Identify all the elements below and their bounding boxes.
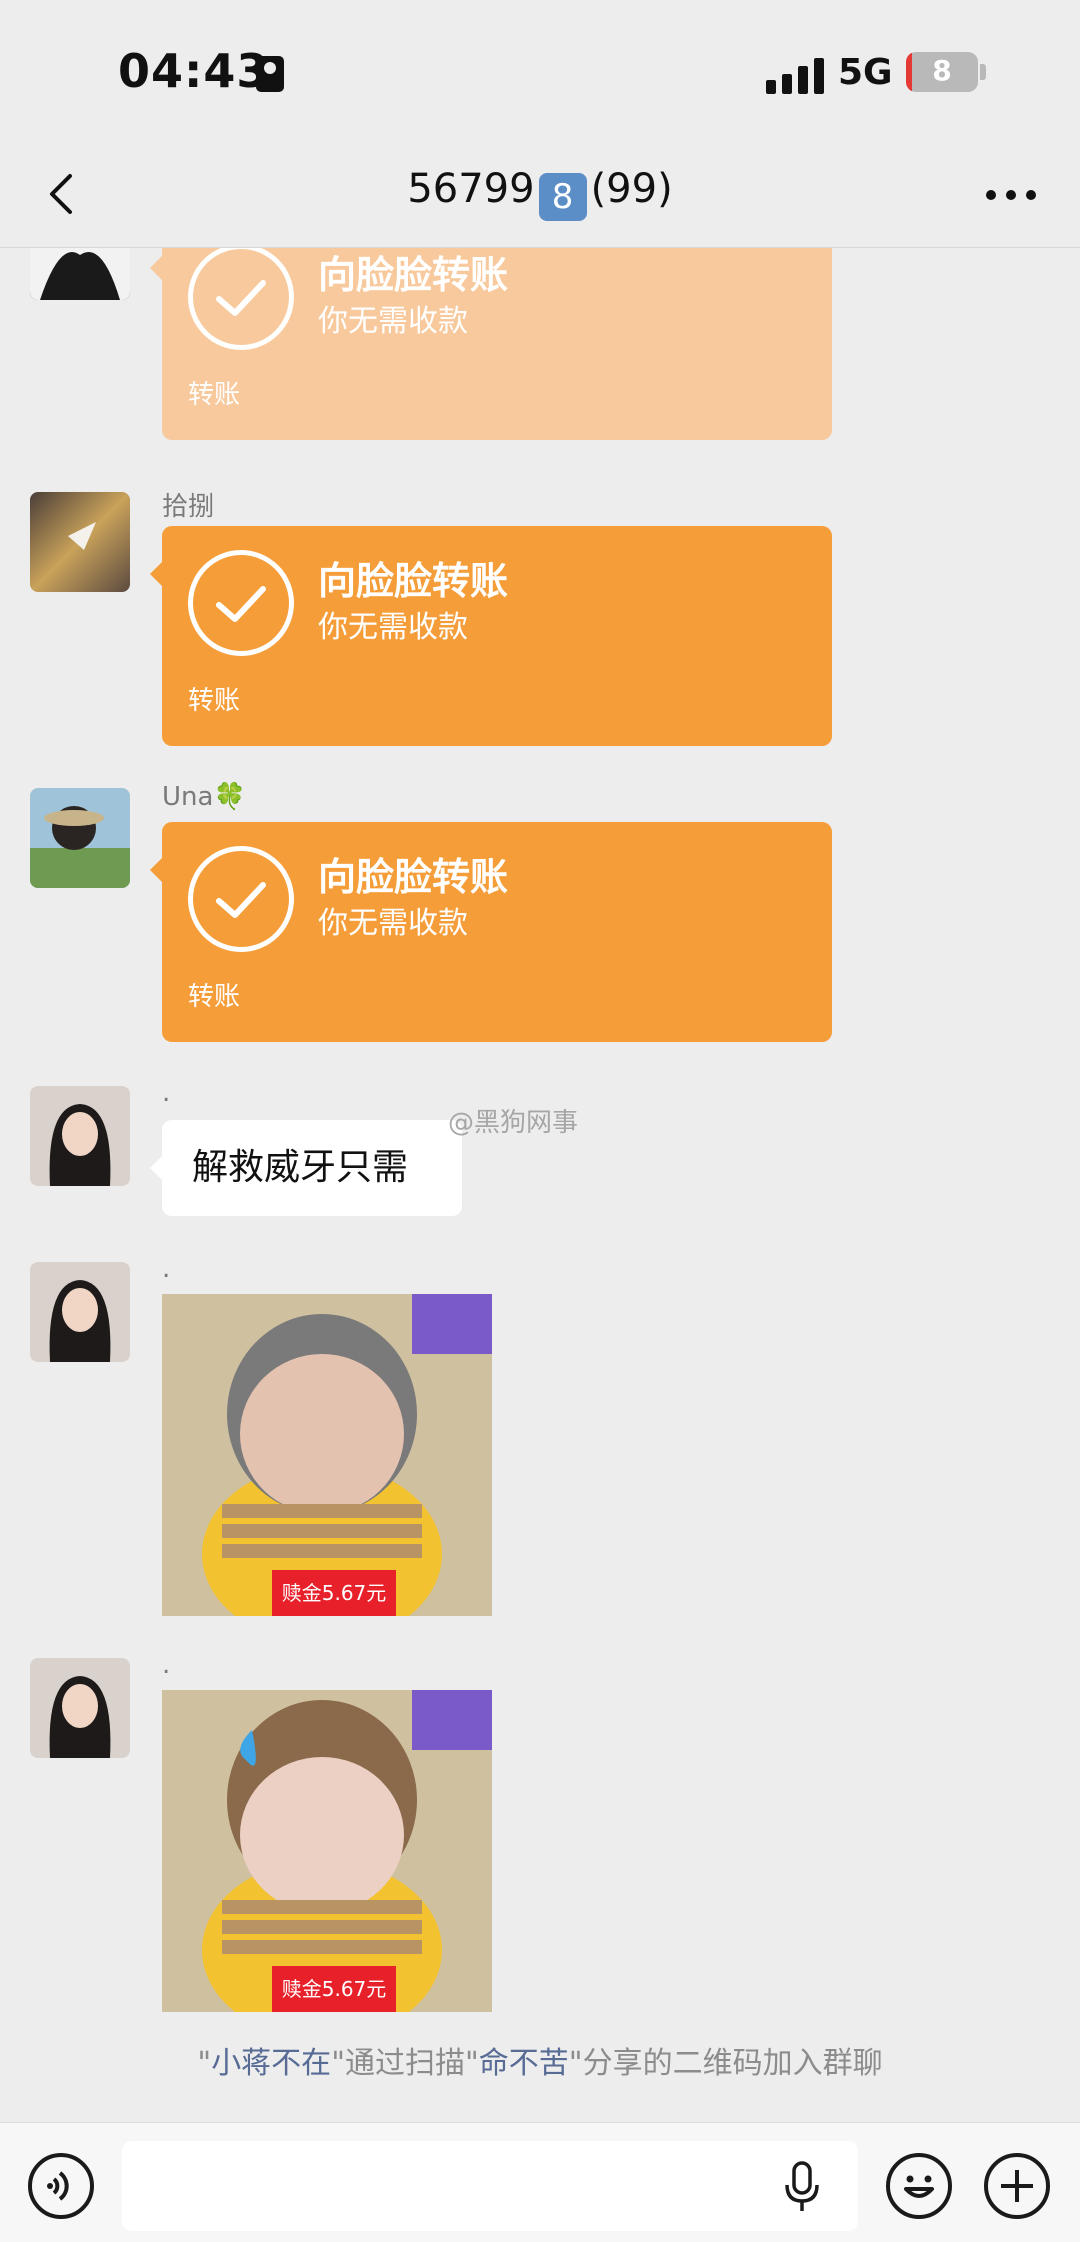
chat-area[interactable]: 向脸脸转账 你无需收款 转账 拾捌 向脸脸转账 你无需收款 转账 Una🍀 向脸… — [0, 248, 1080, 2122]
avatar[interactable] — [30, 492, 130, 592]
sender-name: . — [162, 1254, 171, 1284]
transfer-label: 转账 — [188, 982, 241, 1012]
input-bar — [0, 2122, 1080, 2242]
battery-tip — [980, 64, 986, 80]
avatar[interactable] — [30, 788, 130, 888]
signal-icon — [766, 54, 826, 94]
title-number: 56799 — [407, 166, 535, 212]
sticker-image[interactable]: 赎金5.67元 — [162, 1690, 492, 2012]
transfer-label: 转账 — [188, 686, 241, 716]
nav-bar: 56799 8 (99) — [0, 140, 1080, 248]
ransom-label: 赎金5.67元 — [272, 1570, 396, 1616]
contact-card-icon — [256, 56, 284, 92]
transfer-card[interactable]: 向脸脸转账 你无需收款 转账 — [150, 822, 832, 1042]
check-icon — [188, 248, 294, 350]
battery-icon: 8 — [906, 52, 978, 92]
check-icon — [188, 846, 294, 952]
avatar[interactable] — [30, 1086, 130, 1186]
system-text: " — [197, 2046, 212, 2081]
status-time: 04:43 — [118, 44, 270, 98]
system-message: "小蒋不在"通过扫描"命不苦"分享的二维码加入群聊 — [0, 2038, 1080, 2082]
transfer-subtitle: 你无需收款 — [318, 304, 468, 339]
battery-percent: 8 — [932, 54, 952, 87]
avatar[interactable] — [30, 248, 130, 300]
user-link[interactable]: 小蒋不在 — [211, 2046, 331, 2081]
text-message[interactable]: 解救威牙只需 — [150, 1120, 462, 1216]
network-type: 5G — [838, 52, 893, 93]
mic-icon[interactable] — [782, 2161, 822, 2213]
ransom-label: 赎金5.67元 — [272, 1966, 396, 2012]
chat-title: 56799 8 (99) — [0, 166, 1080, 221]
plus-icon[interactable] — [984, 2153, 1050, 2219]
sticker-image[interactable]: 赎金5.67元 — [162, 1294, 492, 1616]
voice-icon[interactable] — [28, 2153, 94, 2219]
watermark: @黑狗网事 — [448, 1108, 579, 1138]
user-link[interactable]: 命不苦 — [479, 2046, 569, 2081]
avatar[interactable] — [30, 1658, 130, 1758]
transfer-card[interactable]: 向脸脸转账 你无需收款 转账 — [150, 526, 832, 746]
sender-name: 拾捌 — [162, 492, 215, 522]
member-count: (99) — [590, 166, 673, 212]
transfer-title: 向脸脸转账 — [318, 855, 509, 899]
more-icon[interactable] — [986, 184, 1038, 204]
status-bar: 04:43 5G 8 — [0, 0, 1080, 140]
emoji-icon[interactable] — [886, 2153, 952, 2219]
system-text: "通过扫描" — [331, 2046, 479, 2081]
transfer-title: 向脸脸转账 — [318, 559, 509, 603]
system-text: "分享的二维码加入群聊 — [568, 2046, 883, 2081]
transfer-card[interactable]: 向脸脸转账 你无需收款 转账 — [150, 248, 832, 440]
transfer-title: 向脸脸转账 — [318, 253, 509, 297]
transfer-label: 转账 — [188, 380, 241, 410]
check-icon — [188, 550, 294, 656]
title-badge: 8 — [538, 173, 587, 221]
sender-name: Una🍀 — [162, 782, 246, 812]
sender-name: . — [162, 1650, 171, 1680]
transfer-subtitle: 你无需收款 — [318, 610, 468, 645]
avatar[interactable] — [30, 1262, 130, 1362]
sender-name: . — [162, 1078, 171, 1108]
transfer-subtitle: 你无需收款 — [318, 906, 468, 941]
message-input[interactable] — [122, 2141, 858, 2231]
